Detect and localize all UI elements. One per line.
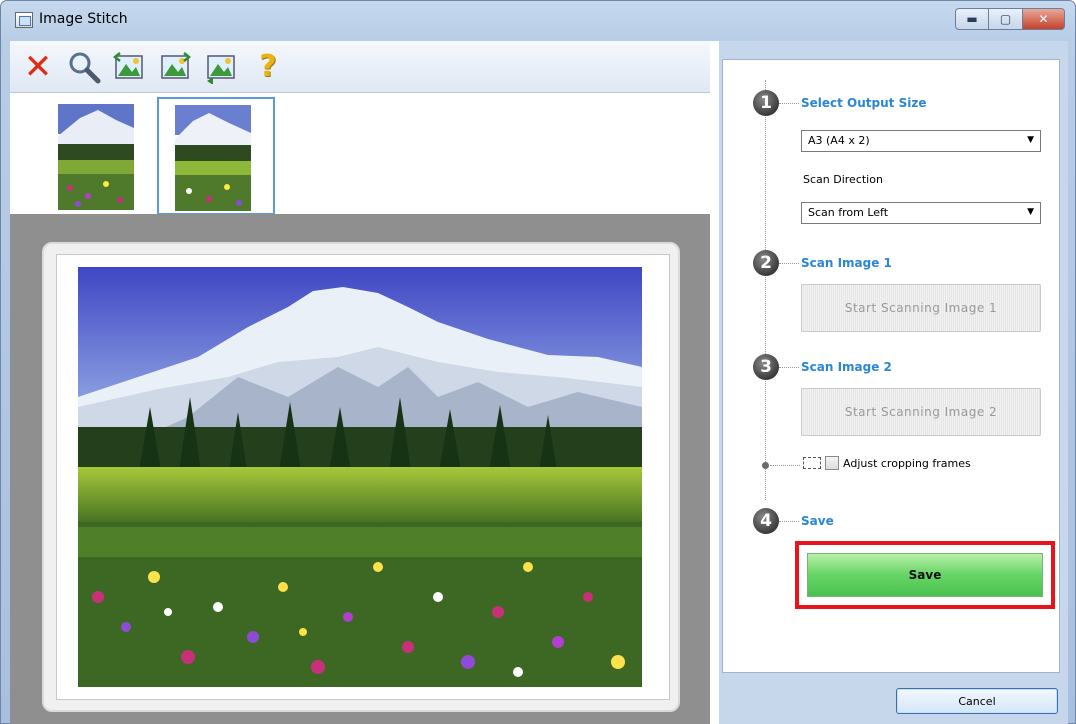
title-bar[interactable]: Image Stitch ▬ ▢ ✕: [1, 1, 1075, 41]
minimize-button[interactable]: ▬: [955, 8, 989, 30]
chevron-down-icon: ▼: [1027, 135, 1034, 145]
preview-frame: [42, 242, 680, 712]
step-1-badge: 1: [753, 90, 779, 116]
save-button[interactable]: Save: [807, 553, 1043, 597]
zoom-icon[interactable]: [64, 47, 104, 87]
preview-page: [56, 254, 670, 700]
delete-icon[interactable]: ✕: [18, 47, 58, 87]
step-4-number: 4: [760, 511, 772, 531]
toolbar: ✕ ?: [10, 41, 710, 93]
start-scanning-image-1-button[interactable]: Start Scanning Image 1: [801, 284, 1041, 332]
close-button[interactable]: ✕: [1023, 8, 1065, 30]
minimize-icon: ▬: [966, 12, 978, 26]
step-1-number: 1: [760, 93, 772, 113]
step-3-label: Scan Image 2: [801, 360, 892, 374]
step-3-badge: 3: [753, 354, 779, 380]
cancel-button[interactable]: Cancel: [896, 688, 1058, 714]
chevron-down-icon: ▼: [1027, 207, 1034, 217]
cropping-bullet: [762, 462, 769, 469]
step-1-dots: [779, 103, 799, 104]
image-stitch-icon-2[interactable]: [156, 47, 196, 87]
step-2-label: Scan Image 1: [801, 256, 892, 270]
thumbnail-strip: [10, 93, 710, 215]
app-icon: [15, 12, 33, 28]
help-icon[interactable]: ?: [248, 47, 288, 87]
crop-frame-icon: [803, 457, 821, 469]
start-scanning-image-2-button[interactable]: Start Scanning Image 2: [801, 388, 1041, 436]
maximize-icon: ▢: [999, 12, 1012, 26]
save-highlight: Save: [795, 541, 1055, 609]
close-icon: ✕: [1038, 12, 1049, 26]
step-2-badge: 2: [753, 250, 779, 276]
thumbnail-image-1[interactable]: [58, 104, 134, 210]
steps-connector-line: [765, 80, 766, 500]
adjust-cropping-label: Adjust cropping frames: [843, 456, 971, 470]
step-3-dots: [779, 367, 799, 368]
step-3-number: 3: [760, 357, 772, 377]
cropping-dots: [770, 465, 800, 466]
steps-panel: 1 Select Output Size A3 (A4 x 2) ▼ Scan …: [722, 59, 1060, 673]
step-4-dots: [779, 521, 799, 522]
step-1-label: Select Output Size: [801, 96, 927, 110]
scan-direction-select[interactable]: Scan from Left ▼: [801, 202, 1041, 224]
right-panel: 1 Select Output Size A3 (A4 x 2) ▼ Scan …: [719, 41, 1068, 724]
image-stitch-window: Image Stitch ▬ ▢ ✕ ✕ ? 1 Select Output S…: [0, 0, 1076, 724]
client-area: ✕ ? 1 Select Output Size A3 (A4 x 2) ▼ S…: [10, 41, 1068, 724]
step-2-number: 2: [760, 253, 772, 273]
maximize-button[interactable]: ▢: [989, 8, 1023, 30]
preview-area: [10, 214, 710, 724]
thumbnail-image-2-selected[interactable]: [157, 97, 275, 215]
image-stitch-icon-1[interactable]: [110, 47, 150, 87]
thumbnail-image-2: [175, 105, 251, 211]
step-4-badge: 4: [753, 508, 779, 534]
stitched-preview-image: [78, 267, 642, 687]
scan-direction-value: Scan from Left: [808, 206, 889, 219]
step-4-label: Save: [801, 514, 834, 528]
adjust-cropping-checkbox[interactable]: [825, 456, 839, 470]
scan-direction-label: Scan Direction: [803, 173, 883, 186]
output-size-select[interactable]: A3 (A4 x 2) ▼: [801, 130, 1041, 152]
window-title: Image Stitch: [39, 11, 128, 27]
window-controls: ▬ ▢ ✕: [955, 8, 1065, 30]
left-panel: ✕ ?: [10, 41, 710, 724]
image-stitch-icon-3[interactable]: [202, 47, 242, 87]
adjust-cropping-row: Adjust cropping frames: [803, 456, 971, 470]
step-2-dots: [779, 263, 799, 264]
output-size-value: A3 (A4 x 2): [808, 134, 870, 147]
